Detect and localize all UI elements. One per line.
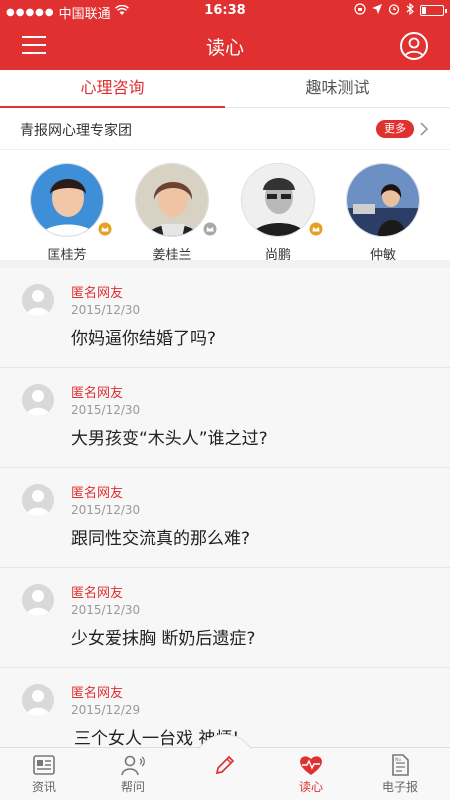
tab-help-ask-label: 帮问 <box>120 780 145 794</box>
page-title: 读心 <box>205 37 244 59</box>
expert-name: 仲敏 <box>369 248 396 263</box>
tab-read-heart-label: 读心 <box>298 780 323 794</box>
gold-badge-icon <box>309 221 323 236</box>
nav-bar: 读心 <box>0 22 450 70</box>
expert-photo <box>135 163 209 237</box>
gold-badge-icon <box>98 221 112 236</box>
author-name: 匿名网友 <box>71 486 124 501</box>
expert-photo <box>346 163 420 237</box>
tab-news[interactable]: 资讯 <box>4 748 84 795</box>
post-date: 2015/12/29 <box>71 703 141 717</box>
list-item[interactable]: 匿名网友 2015/12/30 你妈逼你结婚了吗? <box>0 268 450 368</box>
question-title: 大男孩变“木头人”谁之过? <box>71 429 268 449</box>
experts-header: 青报网心理专家团 更多 <box>0 108 450 150</box>
question-title: 你妈逼你结婚了吗? <box>71 329 217 349</box>
chevron-right-icon[interactable] <box>416 119 432 139</box>
bluetooth-icon <box>406 2 414 18</box>
newspaper-icon: No <box>392 754 409 776</box>
author-name: 匿名网友 <box>71 686 124 701</box>
news-icon <box>33 755 55 775</box>
alarm-icon <box>388 3 400 18</box>
default-avatar-icon <box>22 284 54 316</box>
expert-card[interactable]: 匡桂芳 <box>29 163 112 263</box>
silver-badge-icon <box>203 221 217 236</box>
list-item[interactable]: 匿名网友 2015/12/30 少女爱抹胸 断奶后遗症? <box>0 568 450 668</box>
experts-header-label: 青报网心理专家团 <box>20 123 132 139</box>
post-date: 2015/12/30 <box>71 303 141 317</box>
expert-card[interactable]: 尚鹏 <box>240 163 323 263</box>
bottom-tab-bar: 资讯 帮问 读心 No 电子报 <box>0 734 450 800</box>
battery-icon <box>420 5 447 16</box>
tab-fun-tests[interactable]: 趣味测试 <box>225 70 450 107</box>
author-name: 匿名网友 <box>71 286 124 301</box>
expert-card[interactable]: 姜桂兰 <box>134 163 217 263</box>
author-name: 匿名网友 <box>71 586 124 601</box>
question-title: 少女爱抹胸 断奶后遗症? <box>71 629 256 649</box>
default-avatar-icon <box>22 684 54 716</box>
tab-e-paper[interactable]: No 电子报 <box>360 748 440 795</box>
experts-row: 匡桂芳 姜桂兰 尚鹏 仲敏 <box>0 150 450 268</box>
status-bar: ●●●●● 中国联通 16:38 <box>0 0 450 22</box>
svg-text:No: No <box>395 757 401 763</box>
tab-e-paper-label: 电子报 <box>381 780 418 794</box>
question-title: 跟同性交流真的那么难? <box>71 529 251 549</box>
expert-card[interactable]: 仲敏 <box>345 163 421 263</box>
expert-name: 匡桂芳 <box>47 248 87 263</box>
default-avatar-icon <box>22 584 54 616</box>
expert-photo <box>30 163 104 237</box>
more-button[interactable]: 更多 <box>376 120 414 138</box>
expert-name: 尚鹏 <box>264 248 291 263</box>
tab-help-ask[interactable]: 帮问 <box>93 748 173 795</box>
tab-compose[interactable] <box>185 748 265 779</box>
default-avatar-icon <box>22 384 54 416</box>
expert-photo <box>241 163 315 237</box>
pencil-icon <box>215 755 235 775</box>
tab-read-heart[interactable]: 读心 <box>271 748 351 795</box>
author-name: 匿名网友 <box>71 386 124 401</box>
post-date: 2015/12/30 <box>71 403 141 417</box>
tab-news-label: 资讯 <box>31 780 56 794</box>
list-item[interactable]: 匿名网友 2015/12/30 大男孩变“木头人”谁之过? <box>0 368 450 468</box>
person-ask-icon <box>121 755 145 776</box>
question-list: 匿名网友 2015/12/30 你妈逼你结婚了吗? 匿名网友 2015/12/3… <box>0 268 450 747</box>
default-avatar-icon <box>22 484 54 516</box>
heart-pulse-icon <box>300 756 322 775</box>
location-icon <box>372 4 382 17</box>
tab-counseling[interactable]: 心理咨询 <box>0 70 225 108</box>
list-item[interactable]: 匿名网友 2015/12/30 跟同性交流真的那么难? <box>0 468 450 568</box>
post-date: 2015/12/30 <box>71 503 141 517</box>
expert-name: 姜桂兰 <box>152 248 192 263</box>
user-profile-icon[interactable] <box>400 32 428 60</box>
tab-bar: 心理咨询 趣味测试 <box>0 70 450 108</box>
rotation-lock-icon <box>354 3 366 18</box>
post-date: 2015/12/30 <box>71 603 141 617</box>
